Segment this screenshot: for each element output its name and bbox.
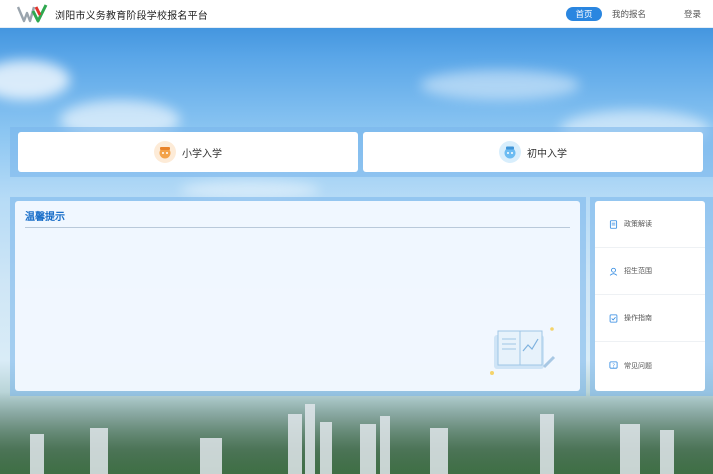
primary-school-entry-label: 小学入学 (182, 148, 222, 160)
logo-icon (16, 4, 48, 23)
notice-divider (25, 227, 570, 228)
side-item-label: 招生范围 (624, 267, 652, 275)
side-item-guide[interactable]: 操作指南 (595, 295, 705, 342)
side-menu: 政策解读 招生范围 操作指南 ? 常见问题 (595, 201, 705, 391)
side-item-enrollment-scope[interactable]: 招生范围 (595, 248, 705, 295)
middle-school-entry-button[interactable]: 初中入学 (363, 132, 703, 172)
nav-home-button[interactable]: 首页 (566, 7, 602, 21)
primary-school-icon (154, 141, 176, 163)
side-item-faq[interactable]: ? 常见问题 (595, 342, 705, 389)
side-item-label: 政策解读 (624, 220, 652, 228)
svg-text:?: ? (612, 363, 615, 369)
nav-my-registration-link[interactable]: 我的报名 (612, 8, 646, 20)
side-item-label: 常见问题 (624, 361, 652, 370)
top-navigation-bar: 浏阳市义务教育阶段学校报名平台 首页 我的报名 登录 (0, 0, 713, 28)
middle-school-icon (499, 141, 521, 163)
notice-panel: 温馨提示 (15, 201, 580, 391)
guide-icon (609, 313, 618, 323)
middle-school-entry-label: 初中入学 (527, 148, 567, 160)
primary-school-entry-button[interactable]: 小学入学 (18, 132, 358, 172)
city-skyline-image (0, 392, 713, 474)
site-title: 浏阳市义务教育阶段学校报名平台 (55, 11, 208, 22)
login-link[interactable]: 登录 (684, 8, 701, 20)
user-location-icon (609, 267, 618, 276)
side-item-label: 操作指南 (624, 314, 652, 322)
notice-title: 温馨提示 (25, 212, 65, 223)
side-item-policy[interactable]: 政策解读 (595, 201, 705, 248)
book-illustration-icon (490, 327, 556, 375)
document-icon (609, 219, 618, 229)
question-icon: ? (609, 361, 618, 369)
